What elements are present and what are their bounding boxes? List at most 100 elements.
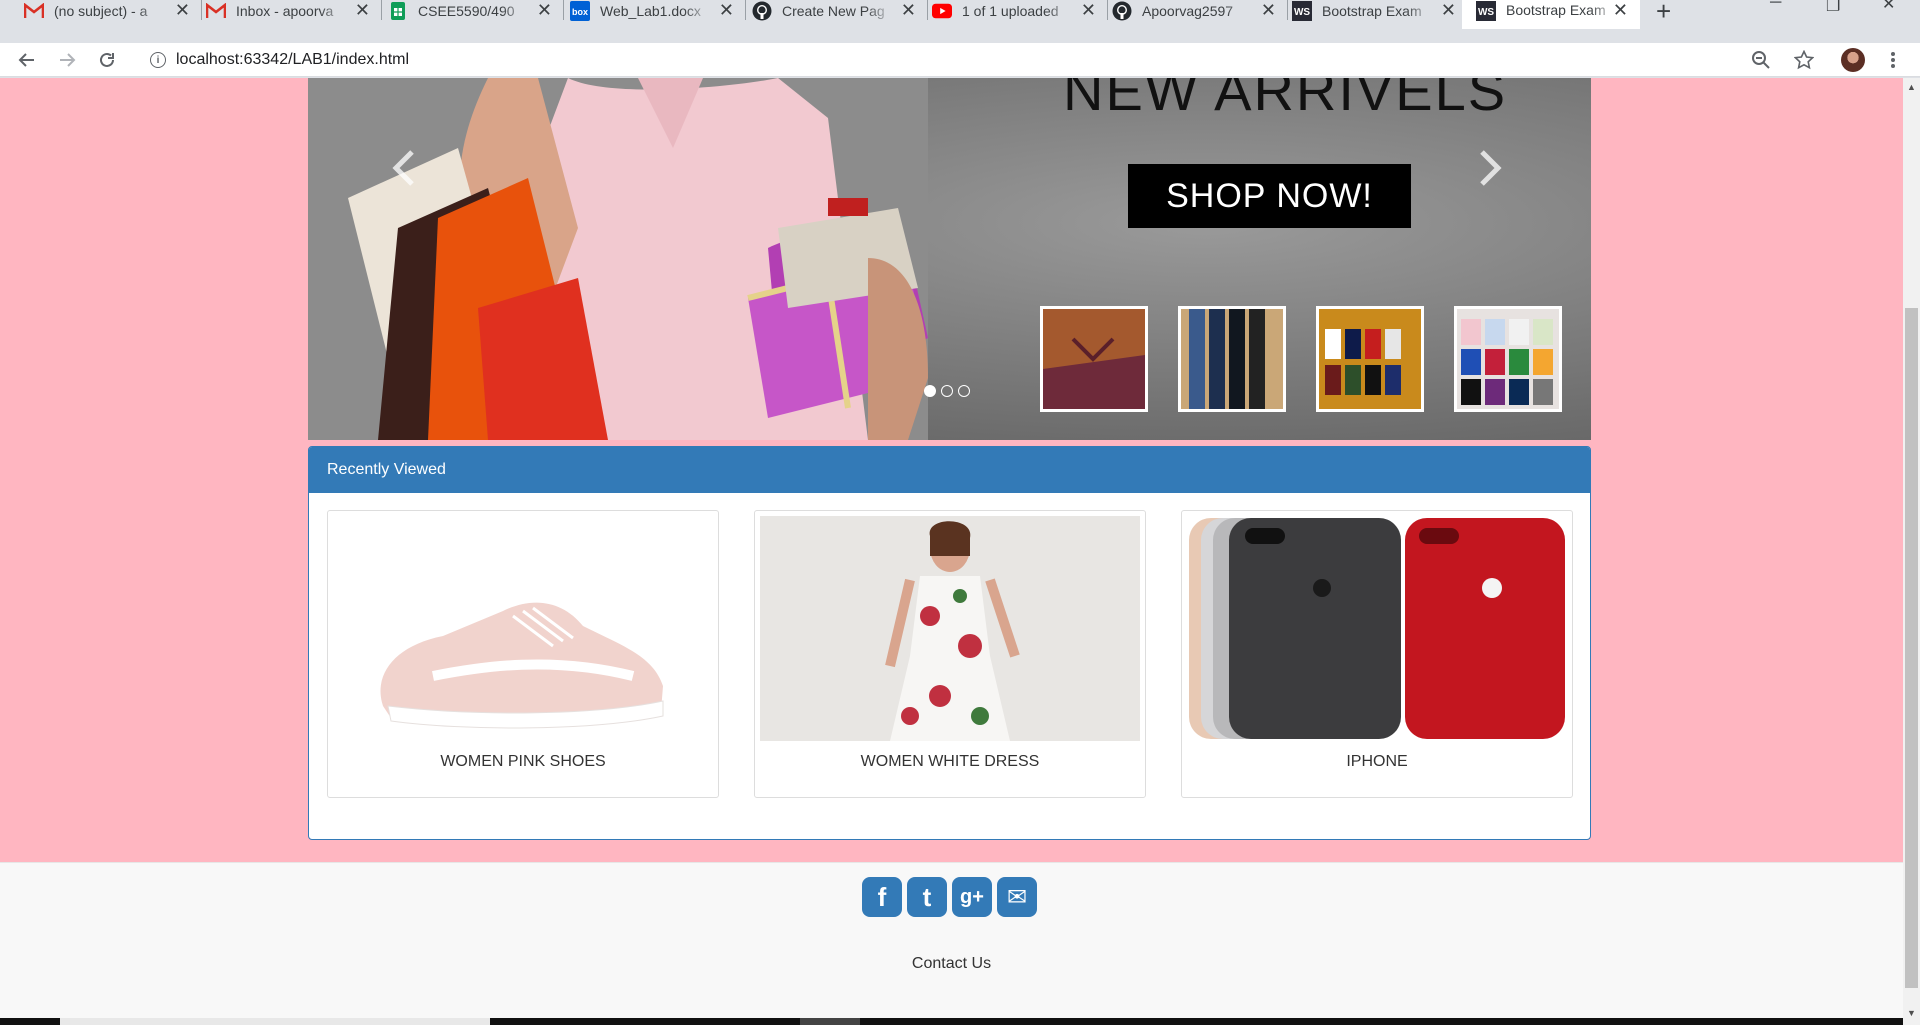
carousel-indicator[interactable] [941,385,953,397]
browser-tab[interactable]: Apoorvag2597 ✕ [1112,0,1288,22]
svg-text:box: box [572,7,588,17]
github-icon [752,1,772,21]
tab-title: 1 of 1 uploaded [962,3,1059,19]
back-button[interactable] [14,47,40,73]
close-tab-icon[interactable]: ✕ [537,1,552,19]
thumbnail-shirts-colorful[interactable] [1454,306,1562,412]
svg-text:WS: WS [1294,7,1310,18]
url-text[interactable]: localhost:63342/LAB1/index.html [176,51,409,69]
tab-title: Web_Lab1.docx [600,3,701,19]
zoom-button[interactable] [1748,47,1774,73]
google-plus-icon[interactable]: g+ [952,877,992,917]
social-links: f t g+ ✉ [862,877,1037,917]
carousel-indicator[interactable] [924,385,936,397]
contact-us-link[interactable]: Contact Us [0,955,1903,973]
page-viewport: NEW ARRIVELS SHOP NOW! Recently Viewed W… [0,78,1903,1025]
tab-title: Create New Pag [782,3,885,19]
browser-toolbar: i localhost:63342/LAB1/index.html [0,43,1920,77]
scrollbar-thumb[interactable] [1905,308,1918,988]
product-image-iphone[interactable] [1187,516,1567,741]
product-label[interactable]: WOMEN PINK SHOES [328,753,718,771]
gmail-icon [206,1,226,21]
thumbnail-tshirts[interactable] [1316,306,1424,412]
minimize-button[interactable]: ─ [1770,0,1781,12]
tab-separator [1287,0,1288,20]
restore-button[interactable]: ❐ [1826,0,1840,16]
twitter-icon[interactable]: t [907,877,947,917]
carousel-headline: NEW ARRIVELS [1063,78,1508,122]
browser-tab-active[interactable]: WS Bootstrap Exam ✕ [1462,0,1640,29]
browser-tab[interactable]: 1 of 1 uploaded ✕ [932,0,1108,22]
scroll-down-icon[interactable]: ▼ [1907,1008,1916,1018]
close-tab-icon[interactable]: ✕ [1261,1,1276,19]
product-image-shoes[interactable] [333,516,713,741]
close-tab-icon[interactable]: ✕ [901,1,916,19]
product-card[interactable]: WOMEN PINK SHOES [327,510,719,798]
carousel-next-button[interactable] [1478,148,1502,196]
product-card[interactable]: WOMEN WHITE DRESS [754,510,1146,798]
carousel-prev-button[interactable] [392,148,416,196]
page-scrollbar[interactable]: ▲ ▼ [1903,78,1920,1025]
bookmark-button[interactable] [1791,47,1817,73]
box-icon: box [570,1,590,21]
page-footer: f t g+ ✉ Contact Us [0,862,1903,1025]
thumbnail-trousers[interactable] [1178,306,1286,412]
kebab-menu-icon [1891,52,1895,68]
close-tab-icon[interactable]: ✕ [1441,1,1456,19]
chevron-right-icon [1480,150,1502,186]
taskbar-segment [60,1018,490,1025]
svg-text:WS: WS [1478,7,1494,18]
browser-tab[interactable]: box Web_Lab1.docx ✕ [570,0,746,22]
zoom-out-icon [1752,51,1770,69]
address-bar[interactable]: i localhost:63342/LAB1/index.html [136,43,1816,77]
site-info-icon[interactable]: i [150,52,166,68]
tab-separator [201,0,202,20]
avatar [1841,48,1865,72]
product-label[interactable]: WOMEN WHITE DRESS [755,753,1145,771]
browser-tab[interactable]: WS Bootstrap Exam ✕ [1292,0,1468,22]
profile-button[interactable] [1840,47,1866,73]
taskbar-strip [0,1018,1903,1025]
reload-icon [100,52,114,67]
thumbnail-shirts-brown[interactable] [1040,306,1148,412]
product-image-dress[interactable] [760,516,1140,741]
carousel-indicator[interactable] [958,385,970,397]
close-tab-icon[interactable]: ✕ [1081,1,1096,19]
browser-tab[interactable]: (no subject) - a ✕ [24,0,202,22]
tab-title: Bootstrap Exam [1506,2,1606,18]
facebook-icon[interactable]: f [862,877,902,917]
taskbar-segment [800,1018,860,1025]
shop-now-button[interactable]: SHOP NOW! [1128,164,1411,228]
tab-title: Inbox - apoorva [236,3,334,19]
back-arrow-icon [18,53,34,67]
close-tab-icon[interactable]: ✕ [175,1,190,19]
tab-separator [381,0,382,20]
url-path: :63342/LAB1/index.html [239,51,410,68]
product-list: WOMEN PINK SHOES WOMEN WHITE DRESS IPHON… [327,510,1573,798]
close-tab-icon[interactable]: ✕ [355,1,370,19]
url-host: localhost [176,51,240,68]
tab-separator [745,0,746,20]
product-card[interactable]: IPHONE [1181,510,1573,798]
star-icon [1794,50,1814,70]
tab-separator [927,0,928,20]
close-tab-icon[interactable]: ✕ [719,1,734,19]
browser-tab[interactable]: Inbox - apoorva ✕ [206,0,382,22]
menu-button[interactable] [1880,47,1906,73]
recently-viewed-panel: Recently Viewed WOMEN PINK SHOES WOMEN W… [308,446,1591,840]
close-window-button[interactable]: ✕ [1882,0,1895,14]
scroll-up-icon[interactable]: ▲ [1907,82,1916,92]
browser-tab[interactable]: Create New Pag ✕ [752,0,928,22]
email-icon[interactable]: ✉ [997,877,1037,917]
sheets-icon [388,1,408,21]
panel-heading: Recently Viewed [309,447,1590,493]
product-label[interactable]: IPHONE [1182,753,1572,771]
tab-title: CSEE5590/490 [418,3,515,19]
hero-carousel: NEW ARRIVELS SHOP NOW! [308,78,1591,440]
forward-arrow-icon [60,53,76,67]
close-tab-icon[interactable]: ✕ [1613,1,1628,19]
browser-tab[interactable]: CSEE5590/490 ✕ [388,0,564,22]
reload-button[interactable] [94,47,120,73]
new-tab-button[interactable]: + [1656,0,1671,27]
forward-button[interactable] [54,47,80,73]
